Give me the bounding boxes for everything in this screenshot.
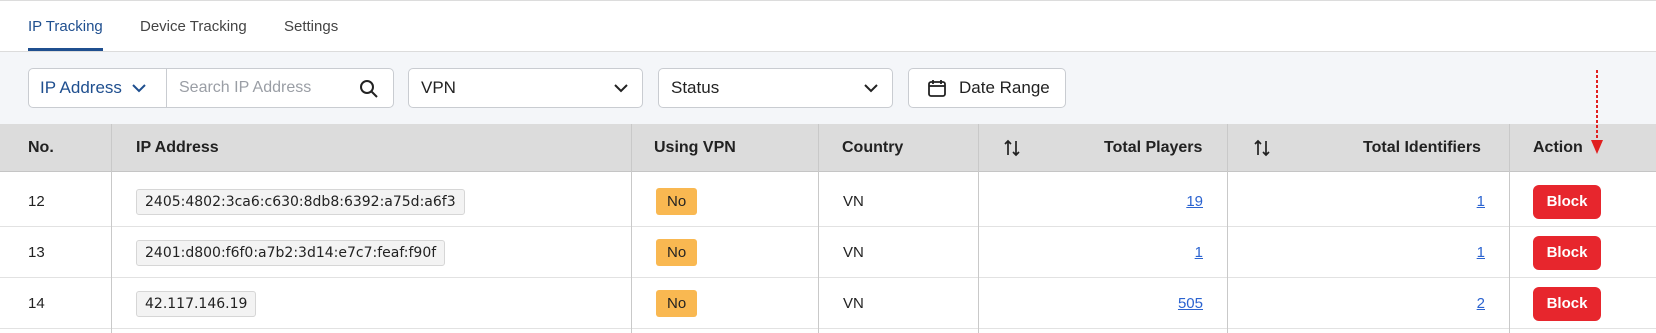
table-row: 14 42.117.146.19 No VN 505 2 Block [0,278,1656,329]
total-identifiers-link[interactable]: 2 [1477,295,1485,312]
block-button[interactable]: Block [1533,286,1601,321]
column-divider [978,124,979,333]
chevron-down-icon [614,83,628,92]
total-players-link[interactable]: 19 [1186,193,1203,210]
header-total-identifiers: Total Identifiers [1363,139,1481,156]
ip-table: No. IP Address Using VPN Country Total P… [0,124,1656,333]
header-ip-address: IP Address [136,139,219,156]
header-total-players: Total Players [1104,139,1203,156]
header-action: Action [1533,139,1583,156]
filter-bar: IP Address VPN Status Date Range [0,52,1656,124]
vpn-status-badge: No [656,290,698,317]
ip-type-select[interactable]: IP Address [29,69,167,107]
vpn-status-badge: No [656,188,698,215]
tab-settings[interactable]: Settings [284,18,338,35]
arrow-down-annotation [1591,70,1603,154]
chevron-down-icon [864,83,878,92]
vpn-status-badge: No [656,239,698,266]
tab-bar: IP Tracking Device Tracking Settings [0,4,1656,52]
header-no: No. [28,139,54,156]
ip-address-chip: 2405:4802:3ca6:c630:8db8:6392:a75d:a6f3 [136,188,465,215]
vpn-filter-label: VPN [421,78,456,97]
header-using-vpn: Using VPN [654,139,736,156]
chevron-down-icon [132,83,146,92]
total-players-link[interactable]: 505 [1178,295,1203,312]
sort-icon[interactable] [1253,138,1271,158]
column-divider [631,124,632,333]
column-divider [1509,124,1510,333]
row-country: VN [843,193,864,210]
tab-ip-tracking[interactable]: IP Tracking [28,18,103,51]
table-row: 13 2401:d800:f6f0:a7b2:3d14:e7c7:feaf:f9… [0,227,1656,278]
status-filter-label: Status [671,78,720,97]
table-row: 12 2405:4802:3ca6:c630:8db8:6392:a75d:a6… [0,176,1656,227]
total-identifiers-link[interactable]: 1 [1477,244,1485,261]
row-no: 12 [28,193,45,210]
search-icon[interactable] [359,79,379,99]
row-country: VN [843,244,864,261]
date-range-button[interactable]: Date Range [908,68,1066,108]
date-range-label: Date Range [959,78,1050,97]
block-button[interactable]: Block [1533,184,1601,219]
ip-address-chip: 42.117.146.19 [136,290,257,317]
row-no: 14 [28,295,45,312]
table-header: No. IP Address Using VPN Country Total P… [0,124,1656,172]
block-button[interactable]: Block [1533,235,1601,270]
calendar-icon [928,80,946,97]
column-divider [1227,124,1228,333]
tab-device-tracking[interactable]: Device Tracking [140,18,247,35]
ip-search-group: IP Address [28,68,394,108]
vpn-filter-select[interactable]: VPN [408,68,643,108]
status-filter-select[interactable]: Status [658,68,893,108]
row-country: VN [843,295,864,312]
sort-icon[interactable] [1003,138,1021,158]
header-country: Country [842,139,904,156]
total-players-link[interactable]: 1 [1195,244,1203,261]
column-divider [818,124,819,333]
total-identifiers-link[interactable]: 1 [1477,193,1485,210]
ip-address-chip: 2401:d800:f6f0:a7b2:3d14:e7c7:feaf:f90f [136,239,446,266]
search-wrapper [167,69,393,107]
row-no: 13 [28,244,45,261]
ip-type-select-label: IP Address [40,78,122,97]
column-divider [111,124,112,333]
